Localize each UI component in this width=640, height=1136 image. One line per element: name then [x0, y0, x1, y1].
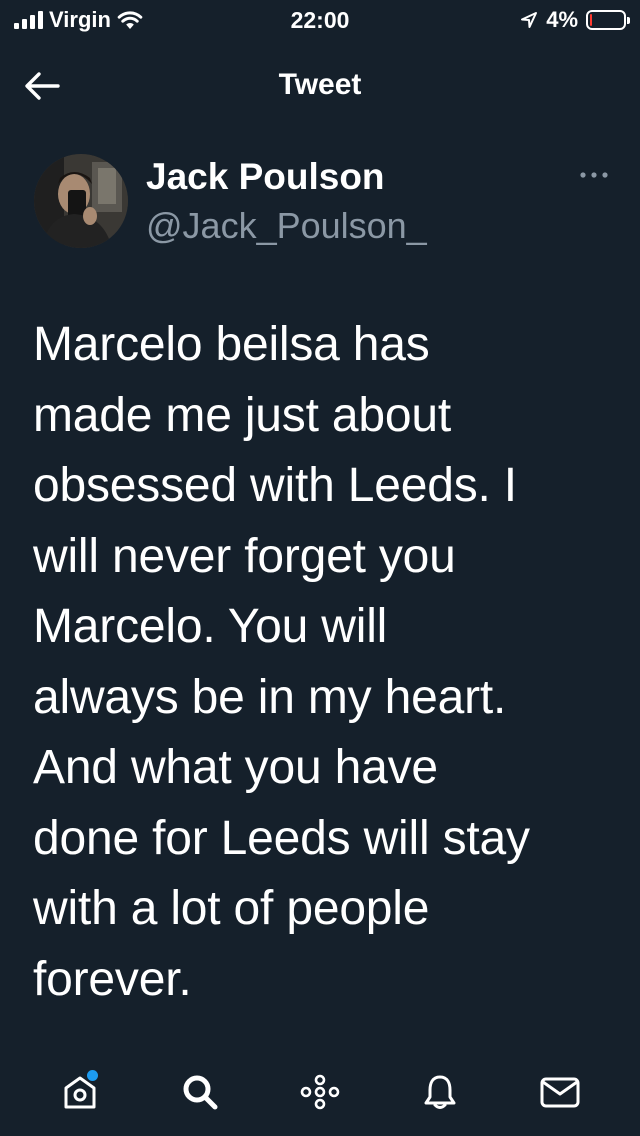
tweet-text: Marcelo beilsa has made me just about ob…: [33, 318, 530, 1006]
nav-bar: Tweet: [0, 56, 640, 114]
more-dots-icon: [580, 172, 608, 178]
tab-home[interactable]: [50, 1062, 110, 1122]
status-right: 4%: [520, 6, 630, 34]
messages-envelope-icon: [540, 1077, 580, 1108]
bottom-tab-bar: [0, 1048, 640, 1136]
battery-percent: 4%: [546, 7, 578, 32]
notification-dot: [87, 1070, 98, 1081]
tab-search[interactable]: [170, 1062, 230, 1122]
avatar[interactable]: [34, 154, 128, 248]
tab-spaces[interactable]: [290, 1062, 350, 1122]
status-bar: Virgin 22:00 4%: [0, 0, 640, 40]
battery-icon: [586, 10, 630, 30]
author-display-name[interactable]: Jack Poulson: [146, 154, 385, 200]
spaces-icon: [300, 1074, 340, 1110]
search-icon: [183, 1075, 218, 1110]
more-options-button[interactable]: [574, 160, 614, 190]
notifications-bell-icon: [424, 1075, 456, 1109]
location-arrow-icon: [521, 12, 538, 28]
tweet-author: Jack Poulson @Jack_Poulson_: [34, 150, 614, 250]
tab-messages[interactable]: [530, 1062, 590, 1122]
page-title: Tweet: [278, 68, 362, 101]
tab-notifications[interactable]: [410, 1062, 470, 1122]
author-handle[interactable]: @Jack_Poulson_: [146, 204, 427, 248]
battery-level-fill: [590, 14, 592, 26]
avatar-photo: [34, 154, 128, 248]
